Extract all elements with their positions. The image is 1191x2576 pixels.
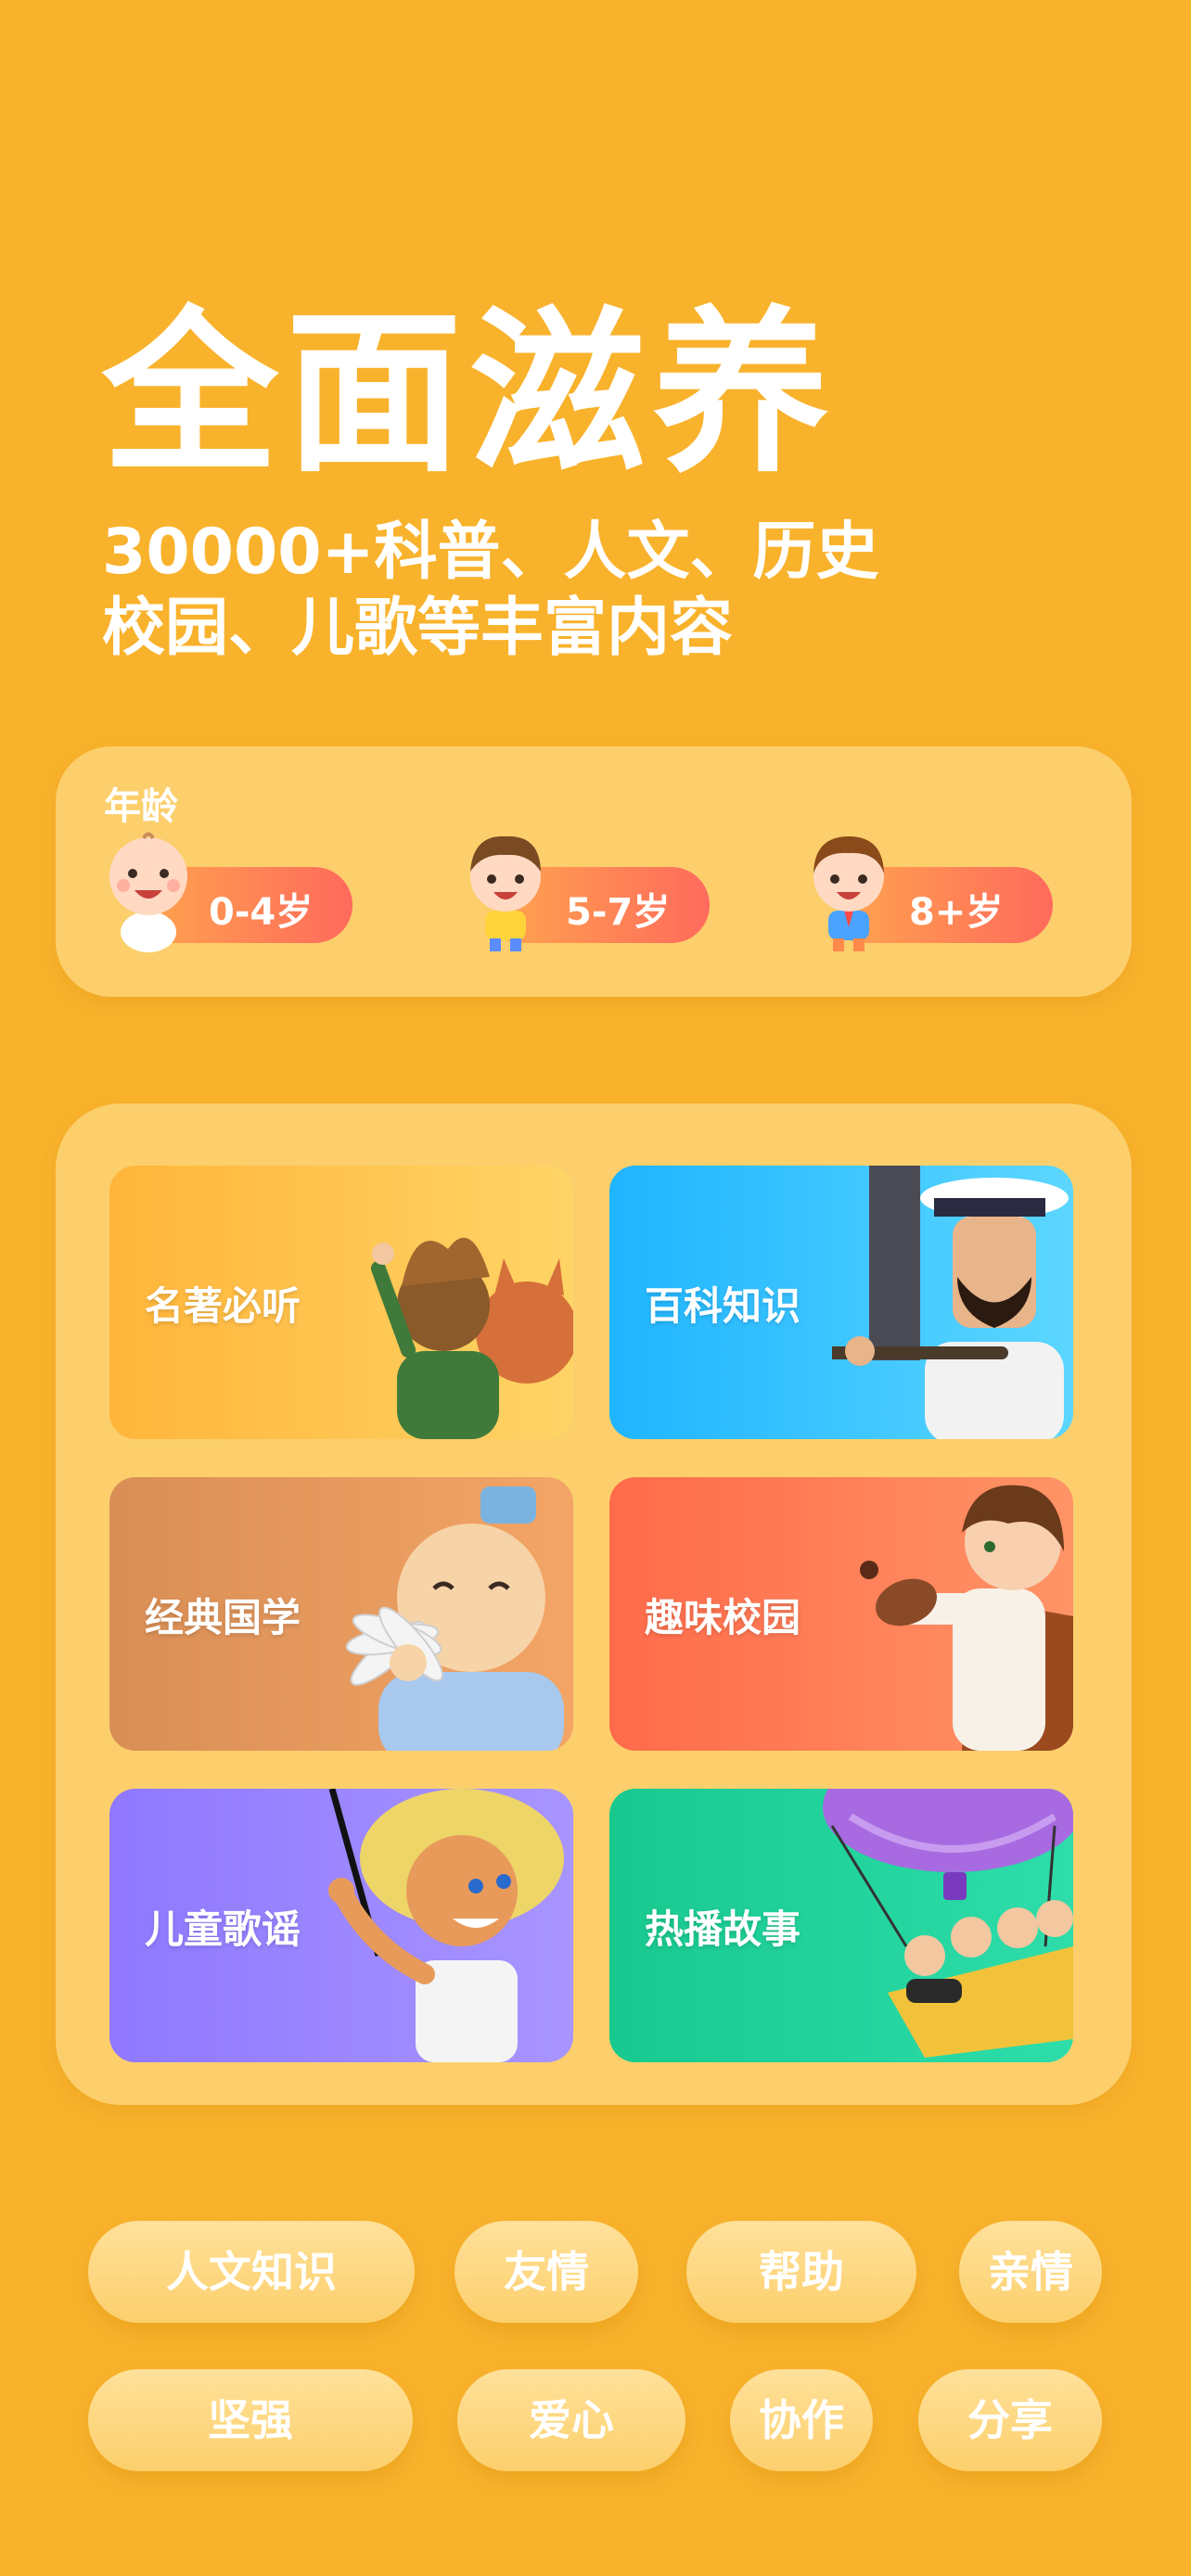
tag-sharing[interactable]: 分享 bbox=[918, 2369, 1102, 2471]
category-card-classics[interactable]: 名著必听 bbox=[109, 1166, 573, 1439]
category-card-encyclopedia[interactable]: 百科知识 bbox=[609, 1166, 1073, 1439]
tag-love[interactable]: 爱心 bbox=[457, 2369, 685, 2471]
category-label: 儿童歌谣 bbox=[145, 1906, 301, 1952]
fisher-boy-illustration bbox=[328, 1789, 564, 2062]
category-card-sinology[interactable]: 经典国学 bbox=[109, 1477, 573, 1751]
category-card-nursery-rhymes[interactable]: 儿童歌谣 bbox=[109, 1789, 573, 2062]
category-card-campus[interactable]: 趣味校园 bbox=[609, 1477, 1073, 1751]
sailor-captain-illustration bbox=[832, 1166, 1069, 1439]
scholar-illustration bbox=[345, 1486, 564, 1751]
age-option-5-7[interactable]: 5-7岁 bbox=[455, 825, 733, 955]
little-prince-illustration bbox=[370, 1237, 573, 1439]
tag-friendship[interactable]: 友情 bbox=[455, 2221, 638, 2323]
age-option-label: 0-4岁 bbox=[209, 891, 314, 934]
category-card-hot-stories[interactable]: 热播故事 bbox=[609, 1789, 1073, 2062]
category-label: 热播故事 bbox=[645, 1906, 801, 1952]
tag-family[interactable]: 亲情 bbox=[959, 2221, 1102, 2323]
boy-icon bbox=[470, 835, 541, 951]
hero-title: 全面滋养 bbox=[102, 291, 838, 496]
age-option-label: 5-7岁 bbox=[566, 891, 671, 934]
schoolboy-icon bbox=[813, 836, 884, 951]
tag-cooperation[interactable]: 协作 bbox=[730, 2369, 873, 2471]
category-label: 名著必听 bbox=[145, 1283, 301, 1329]
age-option-8-plus[interactable]: 8+岁 bbox=[798, 825, 1076, 955]
tag-humanities[interactable]: 人文知识 bbox=[88, 2221, 415, 2323]
age-option-0-4[interactable]: 0-4岁 bbox=[97, 825, 376, 955]
baby-icon bbox=[109, 832, 187, 952]
hero-subtitle-line2: 校园、儿歌等丰富内容 bbox=[102, 591, 734, 665]
hero-subtitle: 30000+科普、人文、历史 校园、儿歌等丰富内容 bbox=[102, 515, 879, 666]
category-label: 趣味校园 bbox=[645, 1595, 801, 1640]
age-panel: 年龄 0-4岁 5-7岁 8+岁 bbox=[56, 746, 1132, 997]
tag-helping[interactable]: 帮助 bbox=[686, 2221, 916, 2323]
hero-subtitle-line1: 30000+科普、人文、历史 bbox=[102, 516, 879, 589]
tag-strength[interactable]: 坚强 bbox=[88, 2369, 413, 2471]
category-label: 百科知识 bbox=[645, 1283, 801, 1329]
age-option-label: 8+岁 bbox=[909, 891, 1004, 934]
category-panel: 名著必听 百科知识 经典国学 趣味校园 儿童歌谣 热播故事 bbox=[56, 1103, 1132, 2105]
boy-slingshot-illustration bbox=[860, 1485, 1073, 1751]
age-label: 年龄 bbox=[104, 785, 178, 828]
category-label: 经典国学 bbox=[145, 1595, 301, 1640]
